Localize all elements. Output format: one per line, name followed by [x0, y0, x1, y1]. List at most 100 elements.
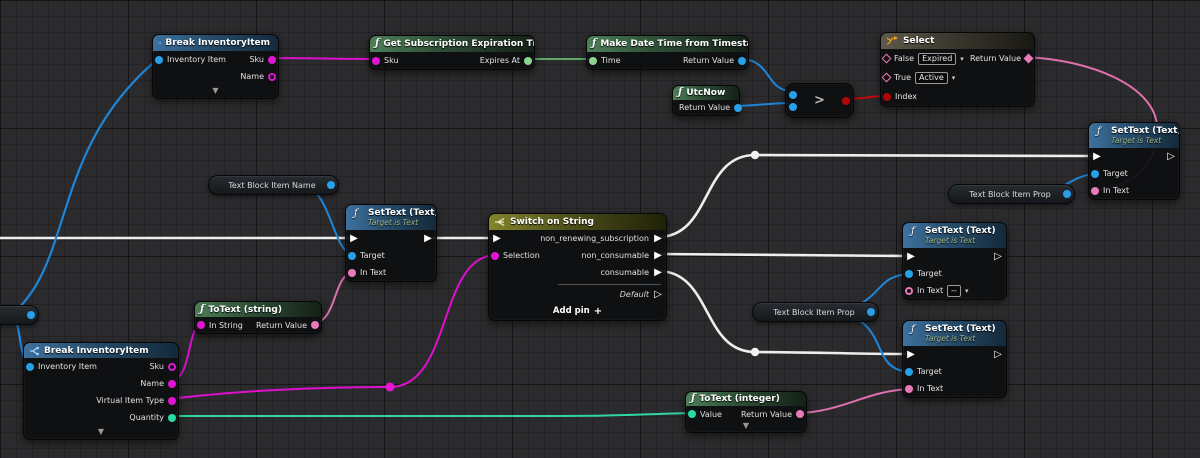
false-value-field[interactable]: Expired [918, 53, 956, 65]
add-pin-button[interactable]: Add pin+ [489, 302, 666, 320]
pin-in-text[interactable] [348, 269, 356, 277]
node-greater-than[interactable]: > [785, 83, 854, 118]
exec-out-case2-pin[interactable]: ▶ [653, 268, 663, 278]
pin-quantity[interactable] [168, 414, 176, 422]
exec-in-pin[interactable]: ▶ [906, 350, 916, 360]
dropdown-icon[interactable]: ▾ [960, 55, 964, 63]
reroute-node-exec-bottom[interactable] [751, 348, 759, 356]
true-value-field[interactable]: Active [915, 72, 948, 84]
pin-b[interactable] [789, 103, 797, 111]
pin-inventory-item[interactable] [26, 363, 34, 371]
dropdown-icon[interactable]: ▾ [952, 74, 956, 82]
node-select[interactable]: Select False Expired ▾ Return Value True… [880, 32, 1035, 107]
pin-return-value[interactable] [311, 321, 319, 329]
function-icon: ƒ [1097, 127, 1101, 137]
exec-in-pin[interactable]: ▶ [1092, 152, 1102, 162]
function-icon: ƒ [592, 39, 596, 49]
pin-return-value[interactable] [1024, 54, 1034, 64]
blueprint-canvas[interactable]: Break InventoryItem Inventory Item Sku N… [0, 0, 1200, 458]
node-subtitle: Target is Text [925, 236, 998, 245]
getter-text-block-item-prop-top[interactable]: Text Block Item Prop [948, 184, 1075, 204]
getter-label: Text Block Item Name [228, 181, 315, 190]
pin-in-text[interactable] [905, 287, 913, 295]
node-totext-integer[interactable]: ƒ ToText (integer) Value Return Value ▼ [685, 391, 807, 433]
pin-value[interactable] [688, 410, 696, 418]
node-break-inventoryitem-bottom[interactable]: Break InventoryItem Inventory Item Sku N… [23, 342, 179, 440]
node-title: ToText (integer) [699, 394, 780, 404]
node-settext-middle[interactable]: ƒ SetText (Text) Target is Text ▶ ▶ Targ… [345, 204, 437, 282]
exec-in-pin[interactable]: ▶ [906, 252, 916, 262]
pin-virtual-item-type[interactable] [168, 397, 176, 405]
dropdown-icon[interactable]: ▾ [965, 287, 969, 295]
collapse-arrow-icon[interactable]: ▼ [24, 426, 178, 439]
break-struct-icon [158, 38, 161, 48]
pin-sku[interactable] [268, 56, 276, 64]
pin-in-text[interactable] [905, 385, 913, 393]
pin-target[interactable] [905, 368, 913, 376]
exec-out-case1-pin[interactable]: ▶ [653, 251, 663, 261]
edge-variable-pill[interactable] [0, 305, 39, 325]
reroute-node-exec-top[interactable] [751, 151, 759, 159]
exec-in-pin[interactable]: ▶ [349, 234, 359, 244]
node-title: ToText (string) [208, 305, 282, 315]
pin-a[interactable] [789, 91, 797, 99]
node-title: Make Date Time from Timestamp [600, 39, 748, 49]
node-settext-right-2[interactable]: ƒ SetText (Text) Target is Text ▶ ▷ Targ… [902, 320, 1007, 398]
pin-result[interactable] [842, 97, 850, 105]
exec-out-pin[interactable]: ▷ [993, 252, 1003, 262]
pin-selection[interactable] [491, 252, 499, 260]
pin-target[interactable] [1091, 170, 1099, 178]
node-title: SetText (Text) [1111, 126, 1171, 136]
pin-divider [558, 284, 661, 285]
pin-target[interactable] [905, 270, 913, 278]
pin-return-value[interactable] [796, 410, 804, 418]
in-text-value-field[interactable]: -- [947, 285, 961, 297]
node-subtitle: Target is Text [368, 218, 428, 227]
switch-icon [494, 217, 506, 227]
pin-inventory-item[interactable] [155, 56, 163, 64]
node-break-inventoryitem-top[interactable]: Break InventoryItem Inventory Item Sku N… [152, 34, 279, 99]
exec-out-pin[interactable]: ▷ [1166, 152, 1176, 162]
collapse-arrow-icon[interactable]: ▼ [686, 422, 806, 432]
exec-out-default-pin[interactable]: ▷ [653, 290, 663, 300]
wire-text-totextint-intext [798, 389, 909, 413]
exec-out-case0-pin[interactable]: ▶ [653, 234, 663, 244]
node-make-datetime-from-timestamp[interactable]: ƒ Make Date Time from Timestamp Time Ret… [586, 35, 749, 70]
pin-return-value[interactable] [738, 57, 746, 65]
wire-obj-to-break-top [12, 58, 159, 314]
pin-in-text[interactable] [1091, 187, 1099, 195]
node-utcnow[interactable]: ƒ UtcNow Return Value [672, 85, 740, 116]
node-title: SetText (Text) [368, 208, 428, 218]
pin-true[interactable] [882, 73, 892, 83]
object-output-pin[interactable] [867, 308, 875, 316]
exec-out-pin[interactable]: ▷ [993, 350, 1003, 360]
break-struct-icon [29, 346, 40, 356]
collapse-arrow-icon[interactable]: ▼ [153, 85, 278, 98]
pin-index[interactable] [883, 93, 891, 101]
pin-sku[interactable] [372, 57, 380, 65]
node-switch-on-string[interactable]: Switch on String ▶ non_renewing_subscrip… [488, 213, 667, 321]
pin-in-string[interactable] [197, 321, 205, 329]
pin-name[interactable] [268, 73, 276, 81]
getter-text-block-item-prop-bottom[interactable]: Text Block Item Prop [752, 302, 879, 322]
pin-time[interactable] [589, 57, 597, 65]
exec-out-pin[interactable]: ▶ [423, 234, 433, 244]
object-output-pin[interactable] [327, 181, 335, 189]
node-get-subscription-expiration-time[interactable]: ƒ Get Subscription Expiration Time Sku E… [369, 35, 535, 70]
pin-sku[interactable] [168, 363, 176, 371]
node-totext-string[interactable]: ƒ ToText (string) In String Return Value [194, 301, 322, 334]
function-icon: ƒ [678, 88, 682, 98]
function-icon: ƒ [354, 209, 358, 219]
object-output-pin[interactable] [1063, 190, 1071, 198]
node-settext-far-right[interactable]: ƒ SetText (Text) Target is Text ▶ ▷ Targ… [1088, 122, 1180, 200]
exec-in-pin[interactable]: ▶ [492, 234, 502, 244]
pin-false[interactable] [882, 54, 892, 64]
node-settext-right-1[interactable]: ƒ SetText (Text) Target is Text ▶ ▷ Targ… [902, 222, 1007, 300]
pin-return-value[interactable] [734, 104, 742, 112]
getter-text-block-item-name[interactable]: Text Block Item Name [208, 175, 339, 195]
pin-name[interactable] [168, 380, 176, 388]
pin-target[interactable] [348, 252, 356, 260]
reroute-node-string[interactable] [386, 383, 395, 392]
pin-expires-at[interactable] [524, 57, 532, 65]
object-output-pin[interactable] [27, 311, 35, 319]
